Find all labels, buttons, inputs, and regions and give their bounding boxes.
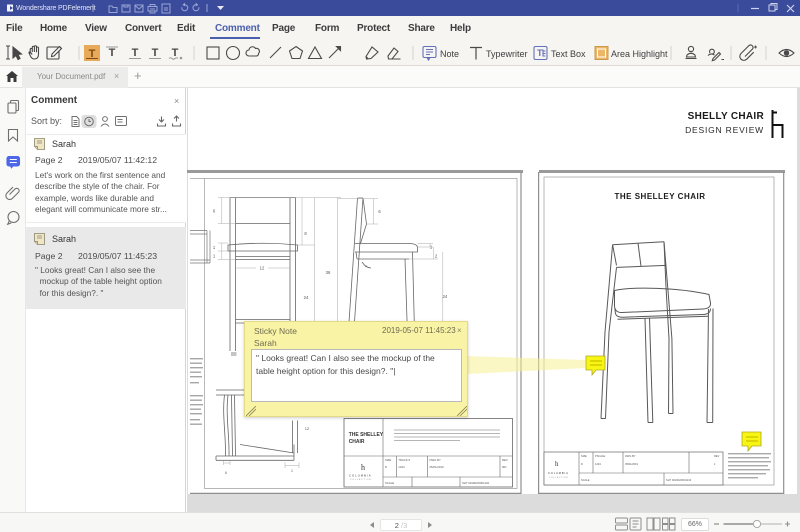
svg-text:24: 24 bbox=[304, 295, 309, 300]
svg-text:THE SHELLEY CHAIR: THE SHELLEY CHAIR bbox=[614, 192, 705, 201]
svg-text:05/01/2019: 05/01/2019 bbox=[625, 462, 639, 466]
svg-text:T: T bbox=[132, 47, 139, 59]
svg-text:SIZE: SIZE bbox=[385, 458, 391, 462]
svg-text:1234: 1234 bbox=[398, 465, 405, 469]
svg-text:D: D bbox=[581, 462, 583, 466]
svg-text:REV: REV bbox=[502, 458, 508, 462]
svg-text:6: 6 bbox=[378, 209, 381, 214]
svg-text:T: T bbox=[152, 47, 159, 59]
svg-text:T: T bbox=[537, 48, 543, 58]
svg-text:TRACK #: TRACK # bbox=[398, 458, 410, 462]
svg-text:h: h bbox=[555, 460, 559, 468]
svg-text:h: h bbox=[361, 463, 365, 472]
svg-text:1: 1 bbox=[213, 245, 216, 250]
svg-text:24: 24 bbox=[443, 294, 448, 299]
svg-text:SHT 001002/0001132: SHT 001002/0001132 bbox=[462, 481, 490, 485]
svg-text:CHAIR: CHAIR bbox=[349, 439, 365, 445]
svg-text:12: 12 bbox=[305, 426, 310, 431]
svg-text:1: 1 bbox=[291, 469, 293, 473]
svg-text:T: T bbox=[172, 47, 179, 59]
svg-text:6: 6 bbox=[213, 209, 216, 214]
svg-text:8: 8 bbox=[304, 231, 307, 236]
svg-text:36: 36 bbox=[326, 270, 331, 275]
svg-text:THE SHELLEY: THE SHELLEY bbox=[349, 432, 384, 438]
svg-text:12: 12 bbox=[260, 266, 265, 271]
svg-text:SCALE: SCALE bbox=[581, 478, 590, 482]
svg-text:SCALE: SCALE bbox=[385, 481, 394, 485]
svg-text:SHT 001002/0001132: SHT 001002/0001132 bbox=[666, 478, 692, 482]
svg-text:SIZE: SIZE bbox=[581, 454, 587, 458]
svg-text:1234: 1234 bbox=[595, 462, 601, 466]
svg-text:PSCALE: PSCALE bbox=[595, 454, 606, 458]
svg-text:REV: REV bbox=[714, 454, 720, 458]
svg-text:D: D bbox=[385, 465, 387, 469]
svg-text:DWG BY: DWG BY bbox=[430, 458, 441, 462]
svg-text:COLLECTIVE: COLLECTIVE bbox=[549, 477, 568, 479]
svg-text:T: T bbox=[109, 47, 116, 59]
svg-text:COLUMBIA: COLUMBIA bbox=[548, 471, 569, 475]
svg-text:COLUMBIA: COLUMBIA bbox=[349, 474, 372, 478]
svg-text:DWG BY: DWG BY bbox=[625, 454, 636, 458]
svg-text:001: 001 bbox=[502, 465, 507, 469]
svg-text:05/01/2019: 05/01/2019 bbox=[430, 465, 444, 469]
svg-text:6: 6 bbox=[225, 471, 227, 475]
svg-text:1: 1 bbox=[213, 254, 216, 259]
svg-text:2: 2 bbox=[435, 254, 438, 259]
svg-text:COLLECTIVE: COLLECTIVE bbox=[350, 479, 372, 481]
